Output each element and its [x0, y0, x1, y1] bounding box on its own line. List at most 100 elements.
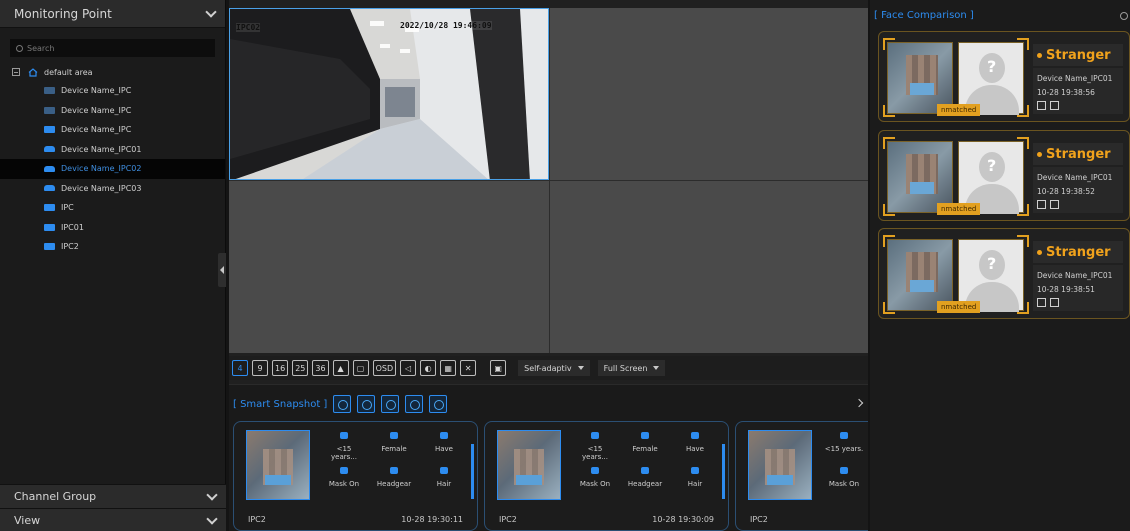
headgear-icon	[641, 467, 649, 474]
bike-filter-icon[interactable]	[405, 395, 424, 413]
card-accent-rule	[471, 444, 474, 499]
layout-36-button[interactable]: 36	[312, 360, 329, 376]
snapshot-card[interactable]: <15 years... Female Have Mask On Headgea…	[484, 421, 729, 531]
card-accent-rule	[722, 444, 725, 499]
face-comparison-panel: [ Face Comparison ] ? nmatched Stranger Dev…	[870, 0, 1130, 531]
layout-4-button[interactable]: 4	[232, 360, 248, 376]
device-item[interactable]: Device Name_IPC	[0, 101, 225, 121]
device-item[interactable]: IPC01	[0, 218, 225, 238]
tree-area-default[interactable]: default area	[0, 63, 225, 81]
gear-icon[interactable]	[1120, 12, 1128, 20]
close-all-icon[interactable]: ✕	[460, 360, 477, 376]
face-info: Device Name_IPC01 10-28 19:38:51	[1033, 265, 1123, 311]
view-header[interactable]: View	[0, 508, 226, 531]
video-cell-3[interactable]	[229, 181, 549, 353]
camera-icon	[44, 204, 55, 212]
details-icon[interactable]	[1050, 298, 1059, 307]
add-face-icon[interactable]	[1037, 101, 1046, 110]
add-face-icon[interactable]	[1037, 200, 1046, 209]
attr-age: <15 years...	[575, 432, 615, 461]
attr-age: <15 years...	[324, 432, 364, 461]
hair-icon	[691, 467, 699, 474]
camera-icon	[44, 87, 55, 95]
camera-icon	[44, 223, 55, 231]
face-compare-card[interactable]: ? nmatched Stranger Device Name_IPC01 10-28 …	[878, 228, 1130, 319]
face-device: Device Name_IPC01	[1037, 173, 1113, 182]
device-item[interactable]: Device Name_IPC01	[0, 140, 225, 160]
video-cell-4[interactable]	[550, 181, 868, 353]
mask-icon	[591, 467, 599, 474]
snapshot-card[interactable]: <15 years... Female Have Mask On Headgea…	[233, 421, 478, 531]
person-filter-icon[interactable]	[357, 395, 376, 413]
layout-16-button[interactable]: 16	[272, 360, 289, 376]
layout-9-button[interactable]: 9	[252, 360, 268, 376]
device-item[interactable]: Device Name_IPC03	[0, 179, 225, 199]
chevron-down-icon[interactable]	[205, 5, 217, 18]
collapse-icon[interactable]	[12, 68, 20, 76]
device-label: Device Name_IPC	[61, 86, 132, 96]
motor-filter-icon[interactable]	[429, 395, 448, 413]
details-icon[interactable]	[1050, 101, 1059, 110]
monitoring-point-header[interactable]: Monitoring Point	[0, 0, 225, 28]
device-label: IPC2	[61, 242, 79, 252]
video-cell-2[interactable]	[550, 8, 868, 180]
device-item[interactable]: IPC2	[0, 237, 225, 257]
add-face-icon[interactable]	[1037, 298, 1046, 307]
search-icon	[16, 44, 23, 52]
status-dot-icon	[1037, 52, 1042, 58]
screen-select[interactable]: Full Screen	[597, 360, 666, 376]
attr-gender: Female	[374, 432, 414, 453]
snapshot-icon[interactable]: ▣	[490, 360, 507, 376]
face-time: 10-28 19:38:51	[1037, 285, 1095, 294]
device-item[interactable]: Device Name_IPC	[0, 120, 225, 140]
face-time: 10-28 19:38:56	[1037, 88, 1095, 97]
video-cell-1[interactable]: IPC02 2022/10/28 19:46:09	[229, 8, 549, 180]
search-input[interactable]: Search	[10, 39, 215, 57]
alarm-icon[interactable]: ▦	[440, 360, 457, 376]
face-device: Device Name_IPC01	[1037, 271, 1113, 280]
match-status-tag: nmatched	[937, 301, 981, 313]
channel-group-header[interactable]: Channel Group	[0, 484, 226, 508]
camera-icon	[44, 106, 55, 114]
chevron-down-icon	[577, 366, 584, 370]
stranger-label: Stranger	[1033, 143, 1123, 165]
vehicle-filter-icon[interactable]	[381, 395, 400, 413]
camera-icon	[44, 165, 55, 172]
audio-icon[interactable]: ◁	[400, 360, 417, 376]
osd-button[interactable]: OSD	[372, 360, 397, 376]
record-icon[interactable]: ◐	[420, 360, 437, 376]
attr-headgear: Headgear	[374, 467, 414, 488]
device-label: Device Name_IPC01	[61, 144, 142, 154]
device-item[interactable]: Device Name_IPC	[0, 81, 225, 101]
face-comparison-title: [ Face Comparison ]	[874, 10, 974, 21]
snapshot-time: 10-28 19:30:11	[401, 514, 463, 524]
grid-divider	[229, 180, 868, 181]
face-compare-card[interactable]: ? nmatched Stranger Device Name_IPC01 10-28 …	[878, 130, 1130, 221]
smart-snapshot-header: [ Smart Snapshot ]	[233, 395, 448, 413]
more-layouts-icon[interactable]: ▲	[332, 360, 349, 376]
headgear-icon	[390, 467, 398, 474]
snapshot-camera: IPC2	[499, 514, 517, 524]
fullscreen-window-icon[interactable]: ▢	[352, 360, 369, 376]
device-label: Device Name_IPC	[61, 125, 132, 135]
details-icon[interactable]	[1050, 200, 1059, 209]
face-time: 10-28 19:38:52	[1037, 187, 1095, 196]
face-compare-card[interactable]: ? nmatched Stranger Device Name_IPC01 10-28 …	[878, 31, 1130, 122]
device-label: IPC	[61, 203, 74, 213]
snapshot-card[interactable]: <15 years. Mask On IPC2	[735, 421, 868, 531]
chevron-down-icon[interactable]	[206, 512, 218, 525]
chevron-down-icon[interactable]	[206, 488, 218, 501]
snapshot-camera: IPC2	[750, 514, 768, 524]
timestamp-osd: 2022/10/28 19:46:09	[400, 21, 492, 30]
stretch-select[interactable]: Self-adaptiv	[518, 360, 590, 376]
device-item[interactable]: IPC	[0, 198, 225, 218]
face-filter-icon[interactable]	[333, 395, 352, 413]
snapshot-face-image	[748, 430, 812, 500]
device-item[interactable]: Device Name_IPC02	[0, 159, 225, 179]
hair-icon	[440, 467, 448, 474]
chevron-right-icon[interactable]	[854, 398, 864, 408]
layout-25-button[interactable]: 25	[292, 360, 309, 376]
collapse-panel-handle[interactable]	[218, 253, 226, 287]
view-toolbar: 4 9 16 25 36 ▲ ▢ OSD ◁ ◐ ▦ ✕ ▣ Self-adap…	[229, 356, 868, 380]
camera-icon	[44, 126, 55, 134]
